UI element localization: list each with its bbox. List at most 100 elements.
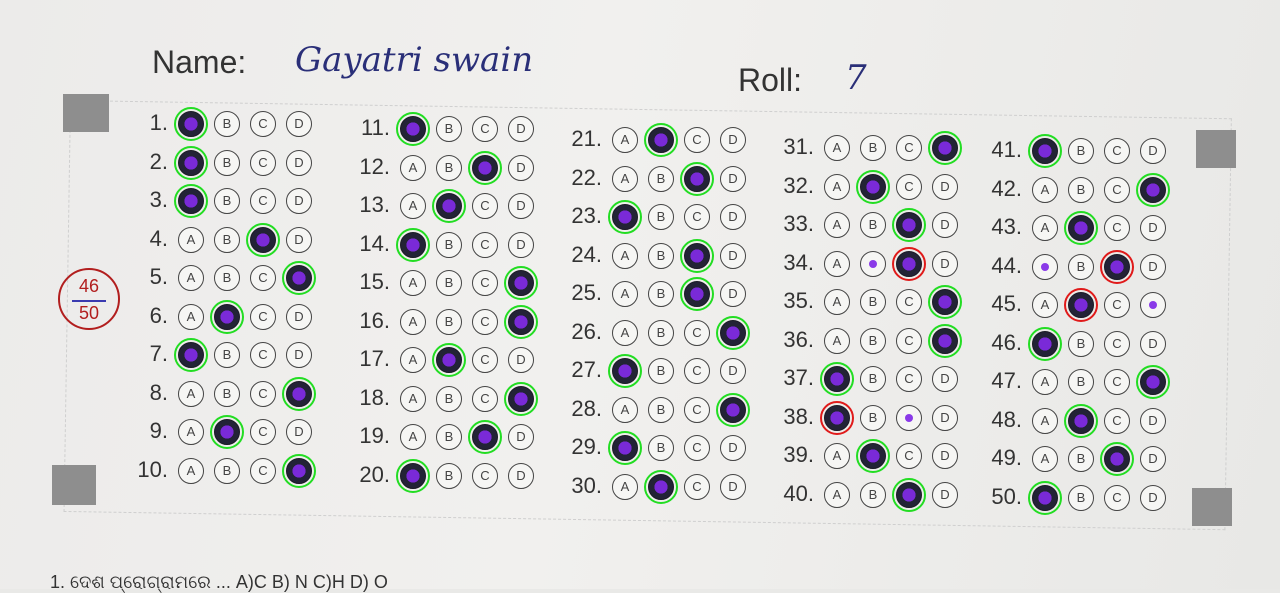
bubble-a[interactable]: A [178,265,204,291]
bubble-b[interactable]: B [856,169,890,204]
bubble-b[interactable]: B [210,415,244,449]
bubble-b[interactable]: B [1068,484,1094,511]
bubble-c[interactable]: C [684,396,710,423]
bubble-c[interactable]: C [896,404,922,431]
bubble-c[interactable]: C [680,161,714,196]
bubble-b[interactable]: B [436,270,462,296]
bubble-b[interactable]: B [648,358,674,384]
bubble-c[interactable]: C [896,366,922,392]
bubble-c[interactable]: C [250,419,276,445]
bubble-a[interactable]: A [608,431,642,465]
bubble-b[interactable]: B [644,123,678,157]
bubble-a[interactable]: A [396,112,430,146]
bubble-c[interactable]: C [892,208,926,242]
bubble-d[interactable]: D [504,266,538,300]
bubble-a[interactable]: A [608,354,642,388]
bubble-b[interactable]: B [214,188,240,214]
bubble-c[interactable]: C [472,308,498,335]
bubble-c[interactable]: C [1104,484,1130,511]
bubble-b[interactable]: B [1068,330,1094,357]
bubble-a[interactable]: A [400,154,426,181]
bubble-a[interactable]: A [1032,407,1058,434]
bubble-c[interactable]: C [250,342,276,368]
bubble-a[interactable]: A [1032,215,1058,241]
bubble-d[interactable]: D [932,173,958,200]
bubble-a[interactable]: A [612,165,638,192]
bubble-b[interactable]: B [860,481,886,508]
bubble-d[interactable]: D [286,149,312,176]
bubble-b[interactable]: B [1068,369,1094,395]
bubble-d[interactable]: D [286,342,312,368]
bubble-c[interactable]: C [1104,330,1130,357]
bubble-c[interactable]: C [246,222,280,257]
bubble-a[interactable]: A [178,226,204,253]
bubble-d[interactable]: D [720,165,746,192]
bubble-d[interactable]: D [286,188,312,214]
bubble-c[interactable]: C [250,457,276,484]
bubble-a[interactable]: A [178,419,204,445]
bubble-b[interactable]: B [860,289,886,315]
bubble-c[interactable]: C [250,303,276,330]
bubble-d[interactable]: D [720,473,746,500]
bubble-b[interactable]: B [1064,211,1098,245]
bubble-d[interactable]: D [286,111,312,137]
bubble-b[interactable]: B [1064,288,1098,322]
bubble-b[interactable]: B [436,116,462,142]
bubble-a[interactable]: A [174,107,208,141]
bubble-d[interactable]: D [932,250,958,277]
bubble-d[interactable]: D [928,131,962,165]
bubble-d[interactable]: D [508,231,534,258]
bubble-d[interactable]: D [286,303,312,330]
bubble-a[interactable]: A [824,289,850,315]
bubble-a[interactable]: A [612,396,638,423]
bubble-c[interactable]: C [250,188,276,214]
bubble-c[interactable]: C [1104,292,1130,318]
bubble-a[interactable]: A [824,135,850,161]
bubble-b[interactable]: B [1068,446,1094,472]
bubble-a[interactable]: A [612,281,638,307]
bubble-b[interactable]: B [648,396,674,423]
bubble-d[interactable]: D [932,404,958,431]
bubble-d[interactable]: D [932,212,958,238]
bubble-d[interactable]: D [1136,365,1170,399]
bubble-b[interactable]: B [432,343,466,377]
bubble-d[interactable]: D [1140,330,1166,357]
bubble-b[interactable]: B [1068,138,1094,164]
bubble-c[interactable]: C [250,149,276,176]
bubble-a[interactable]: A [1032,176,1058,203]
bubble-b[interactable]: B [214,265,240,291]
bubble-b[interactable]: B [648,242,674,269]
bubble-b[interactable]: B [214,149,240,176]
bubble-d[interactable]: D [720,204,746,230]
bubble-b[interactable]: B [1064,403,1098,438]
bubble-c[interactable]: C [472,462,498,489]
bubble-a[interactable]: A [178,303,204,330]
bubble-b[interactable]: B [214,457,240,484]
bubble-d[interactable]: D [286,226,312,253]
bubble-c[interactable]: C [680,277,714,311]
bubble-c[interactable]: C [468,420,502,454]
bubble-d[interactable]: D [928,323,962,358]
bubble-a[interactable]: A [824,443,850,469]
bubble-b[interactable]: B [214,380,240,407]
bubble-a[interactable]: A [1032,369,1058,395]
bubble-b[interactable]: B [648,204,674,230]
bubble-c[interactable]: C [684,319,710,346]
bubble-d[interactable]: D [508,462,534,489]
bubble-a[interactable]: A [396,227,430,262]
bubble-c[interactable]: C [1104,215,1130,241]
bubble-b[interactable]: B [436,462,462,489]
bubble-b[interactable]: B [860,366,886,392]
bubble-c[interactable]: C [250,265,276,291]
bubble-b[interactable]: B [436,231,462,258]
bubble-d[interactable]: D [508,193,534,219]
bubble-a[interactable]: A [400,385,426,412]
bubble-d[interactable]: D [932,443,958,469]
bubble-b[interactable]: B [1068,176,1094,203]
bubble-b[interactable]: B [860,135,886,161]
bubble-a[interactable]: A [612,127,638,153]
bubble-c[interactable]: C [892,477,926,512]
bubble-a[interactable]: A [824,327,850,354]
bubble-b[interactable]: B [436,308,462,335]
bubble-d[interactable]: D [504,381,538,416]
